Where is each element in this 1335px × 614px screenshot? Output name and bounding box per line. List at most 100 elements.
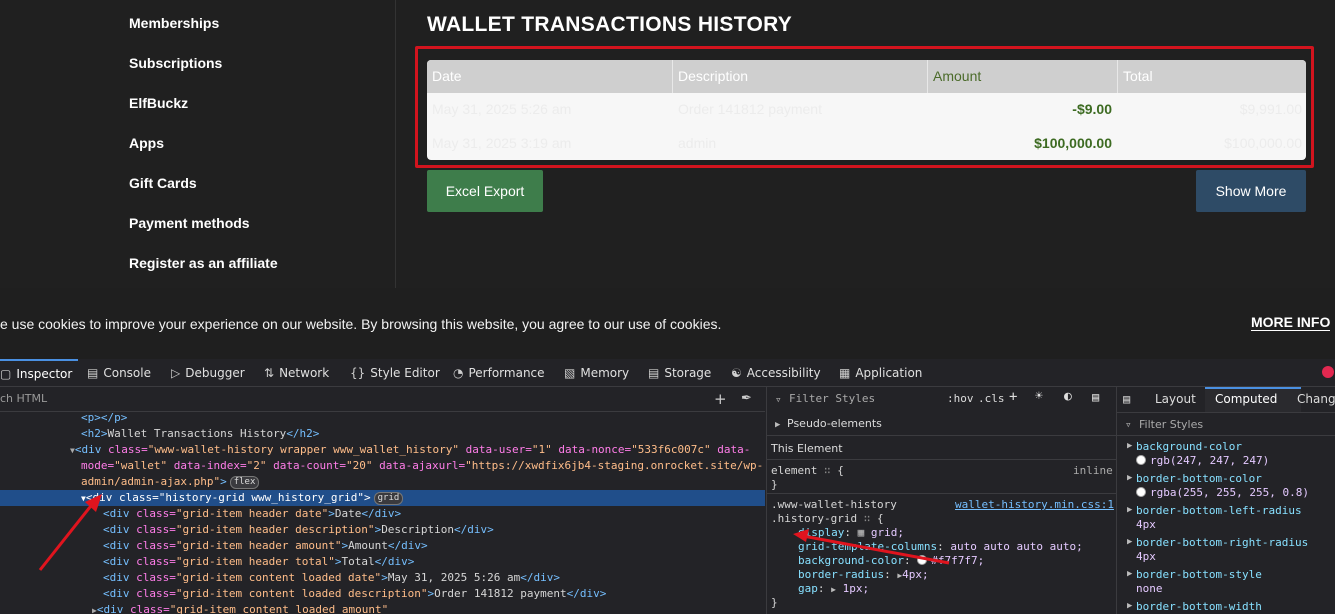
- markup-line[interactable]: admin/admin-ajax.php"> flex: [81, 474, 260, 490]
- markup-value: "20": [345, 459, 373, 472]
- tab-console[interactable]: ▤ Console: [87, 359, 151, 387]
- computed-value: 4px: [1136, 550, 1156, 563]
- divider: [1117, 435, 1335, 436]
- markup-text: Order 141812 payment: [434, 587, 567, 600]
- tab-layout[interactable]: Layout: [1155, 392, 1196, 406]
- sidebar-item-apps[interactable]: Apps: [129, 135, 164, 151]
- filter-styles-input[interactable]: Filter Styles: [789, 392, 875, 406]
- markup-tag: <h2>: [81, 427, 108, 440]
- stylesheet-link[interactable]: wallet-history.min.css:1: [955, 498, 1114, 512]
- markup-text: Description: [381, 523, 455, 536]
- tab-label: Network: [279, 366, 330, 380]
- property-value: 4px;: [902, 568, 929, 581]
- computed-value: none: [1136, 582, 1163, 595]
- light-mode-icon[interactable]: ☀: [1035, 390, 1043, 404]
- markup-text: May 31, 2025 5:26 am: [387, 571, 521, 584]
- markup-line[interactable]: <div class="grid-item content loaded des…: [103, 586, 606, 602]
- sidebar-item-subscriptions[interactable]: Subscriptions: [129, 55, 222, 71]
- add-rule-icon[interactable]: +: [1009, 390, 1017, 404]
- markup-line[interactable]: <div class="grid-item content loaded dat…: [103, 570, 560, 586]
- computed-filter-input[interactable]: Filter Styles: [1139, 418, 1203, 431]
- tab-storage[interactable]: ▤ Storage: [648, 359, 711, 387]
- add-node-icon[interactable]: +: [714, 390, 727, 408]
- markup-line[interactable]: ▶<div class="grid-item content loaded am…: [92, 602, 388, 614]
- tab-memory[interactable]: ▧ Memory: [564, 359, 629, 387]
- expand-arrow-icon[interactable]: ▶: [1127, 473, 1132, 483]
- expand-arrow-icon[interactable]: ▶: [1127, 505, 1132, 515]
- pseudo-elements-toggle[interactable]: Pseudo-elements: [787, 417, 882, 431]
- eyedropper-icon[interactable]: ✒: [741, 391, 752, 406]
- markup-line[interactable]: <div class="grid-item header date">Date<…: [103, 506, 401, 522]
- tab-network[interactable]: ⇅ Network: [264, 359, 329, 387]
- rule-selector[interactable]: .www-wallet-history: [771, 498, 897, 512]
- markup-line[interactable]: <div class="grid-item header description…: [103, 522, 494, 538]
- markup-line[interactable]: <h2>Wallet Transactions History</h2>: [81, 426, 319, 442]
- this-element-heading: This Element: [771, 442, 843, 455]
- markup-text: Amount: [348, 539, 388, 552]
- print-icon[interactable]: ▤: [1092, 390, 1099, 404]
- markup-line-selected[interactable]: ▼<div class="history-grid www_history_gr…: [81, 490, 404, 506]
- tab-performance[interactable]: ◔ Performance: [453, 359, 545, 387]
- expand-arrow-icon[interactable]: ▶: [1127, 601, 1132, 611]
- search-html-input[interactable]: ch HTML: [0, 392, 47, 405]
- expand-arrow-icon[interactable]: ▶: [1127, 537, 1132, 547]
- website-area: Memberships Subscriptions ElfBuckz Apps …: [0, 0, 1335, 288]
- divider: [767, 459, 1117, 460]
- markup-line[interactable]: <div class="grid-item header total">Tota…: [103, 554, 414, 570]
- markup-tag: <div: [74, 443, 108, 456]
- sidebar-item-gift-cards[interactable]: Gift Cards: [129, 175, 197, 191]
- markup-attr: data-nonce=: [551, 443, 632, 456]
- markup-line[interactable]: <p></p>: [81, 412, 127, 426]
- annotation-arrow-icon: [793, 529, 950, 565]
- property-name: gap: [798, 582, 818, 595]
- rule-selector[interactable]: .history-grid ∷ {: [771, 512, 884, 526]
- cls-toggle[interactable]: .cls: [978, 392, 1005, 406]
- computed-property[interactable]: border-bottom-right-radius: [1136, 536, 1308, 549]
- declaration-border-radius[interactable]: border-radius: ▶4px;: [798, 568, 929, 583]
- more-info-link[interactable]: MORE INFO: [1251, 314, 1331, 331]
- markup-line[interactable]: ▼<div class="www-wallet-history wrapper …: [70, 442, 750, 458]
- computed-property[interactable]: border-bottom-width: [1136, 600, 1262, 613]
- page-title: WALLET TRANSACTIONS HISTORY: [427, 13, 793, 36]
- dark-mode-icon[interactable]: ◐: [1064, 390, 1072, 404]
- tab-inspector[interactable]: ▢ Inspector: [0, 359, 78, 387]
- tab-label: Performance: [468, 366, 545, 380]
- tab-debugger[interactable]: ▷ Debugger: [171, 359, 245, 387]
- computed-property[interactable]: border-bottom-style: [1136, 568, 1262, 581]
- tab-accessibility[interactable]: ☯ Accessibility: [731, 359, 821, 387]
- tab-label: Console: [103, 366, 151, 380]
- markup-value: "www-wallet-history wrapper www_wallet_h…: [147, 443, 459, 456]
- tab-computed[interactable]: Computed: [1205, 387, 1301, 412]
- error-icon[interactable]: [1322, 366, 1334, 378]
- markup-line[interactable]: <div class="grid-item header amount">Amo…: [103, 538, 428, 554]
- sidebar-toggle-icon[interactable]: ▤: [1123, 392, 1130, 406]
- flex-badge[interactable]: flex: [229, 476, 260, 489]
- computed-property[interactable]: border-bottom-left-radius: [1136, 504, 1302, 517]
- property-value: 1px;: [842, 582, 870, 595]
- computed-property[interactable]: background-color: [1136, 440, 1242, 453]
- grid-badge[interactable]: grid: [373, 492, 404, 505]
- inspector-icon: ▢: [0, 367, 12, 381]
- markup-attr: data-count=: [266, 459, 346, 472]
- element-rule[interactable]: element ∷ {: [771, 464, 844, 478]
- sidebar-item-elfbuckz[interactable]: ElfBuckz: [129, 95, 188, 111]
- excel-export-button[interactable]: Excel Export: [427, 170, 543, 212]
- rules-panel: ▿ Filter Styles :hov .cls + ☀ ◐ ▤ ▶ Pseu…: [766, 387, 1117, 614]
- markup-line[interactable]: mode="wallet" data-index="2" data-count=…: [81, 458, 763, 474]
- expand-arrow-icon[interactable]: ▶: [775, 418, 780, 432]
- hov-toggle[interactable]: :hov: [947, 392, 974, 406]
- sidebar-item-payment-methods[interactable]: Payment methods: [129, 215, 250, 231]
- tab-style-editor[interactable]: {} Style Editor: [350, 359, 440, 387]
- show-more-button[interactable]: Show More: [1196, 170, 1306, 212]
- sidebar-item-register-affiliate[interactable]: Register as an affiliate: [129, 255, 278, 271]
- expand-arrow-icon[interactable]: ▶: [1127, 441, 1132, 451]
- account-sidebar: Memberships Subscriptions ElfBuckz Apps …: [0, 0, 396, 288]
- tab-changes[interactable]: Change: [1297, 392, 1335, 406]
- rule-close: }: [771, 596, 778, 609]
- sidebar-item-memberships[interactable]: Memberships: [129, 15, 219, 31]
- cookie-banner: e use cookies to improve your experience…: [0, 288, 1335, 359]
- tab-application[interactable]: ▦ Application: [839, 359, 922, 387]
- declaration-gap[interactable]: gap: ▶ 1px;: [798, 582, 869, 597]
- expand-arrow-icon[interactable]: ▶: [1127, 569, 1132, 579]
- computed-property[interactable]: border-bottom-color: [1136, 472, 1262, 485]
